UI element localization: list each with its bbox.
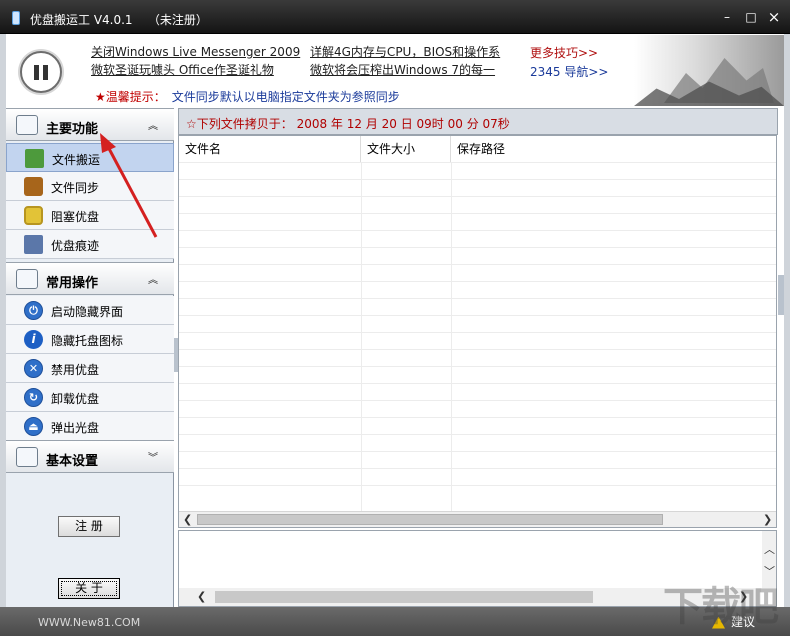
watermark-text: 下载吧 [663,584,779,630]
group-label: 常用操作 [46,276,99,291]
row-divider [179,162,776,163]
sidebar-item-hide-tray[interactable]: i 隐藏托盘图标 [6,325,174,354]
group-common-operations[interactable]: 常用操作 ︽ [6,262,174,295]
sidebar-item-label: 禁用优盘 [51,363,100,377]
scrollbar-thumb[interactable] [215,591,593,603]
close-button[interactable]: × [767,10,781,25]
more-tips-link[interactable]: 更多技巧>> [530,44,598,61]
close-icon: ✕ [24,359,43,378]
nav-2345-link[interactable]: 2345 导航>> [530,63,608,80]
row-divider [179,383,776,384]
row-divider [179,213,776,214]
row-divider [179,179,776,180]
eject-icon: ⏏ [24,417,43,436]
row-divider [179,451,776,452]
column-header-path[interactable]: 保存路径 [451,136,776,162]
news-link[interactable]: 详解4G内存与CPU，BIOS和操作系 [310,43,500,60]
row-divider [179,196,776,197]
site-url: WWW.New81.COM [38,616,141,629]
window-title: 优盘搬运工 V4.0.1 （未注册） [30,13,208,27]
info-icon: i [24,330,43,349]
row-divider [179,485,776,486]
banner: 关闭Windows Live Messenger 2009 详解4G内存与CPU… [6,35,784,108]
column-divider [451,162,452,512]
about-button[interactable]: 关 于 [58,578,120,599]
row-divider [179,400,776,401]
briefcase-icon [24,177,43,196]
usb-drive-icon [12,11,20,25]
sidebar-item-label: 阻塞优盘 [51,210,100,224]
group-basic-settings[interactable]: 基本设置 ︾ [6,440,174,473]
magnifier-icon [16,115,38,135]
news-link[interactable]: 关闭Windows Live Messenger 2009 [91,43,300,60]
sidebar-item-label: 启动隐藏界面 [51,305,124,319]
row-divider [179,349,776,350]
copy-info-header: ☆下列文件拷贝于： 2008 年 12 月 20 日 09时 00 分 07秒 [178,108,778,135]
row-divider [179,468,776,469]
tip-label: ★温馨提示： [95,90,166,104]
broom-icon [24,235,43,254]
chevron-down-icon[interactable]: ︾ [148,449,158,464]
news-link[interactable]: 微软将会压榨出Windows 7的每一 [310,61,495,78]
minimize-button[interactable]: – [720,11,734,24]
tools-icon [16,447,38,467]
computer-icon [16,269,38,289]
scrollbar-thumb[interactable] [197,514,663,525]
column-divider [361,162,362,512]
sidebar-item-eject-disc[interactable]: ⏏ 弹出光盘 [6,412,174,441]
sidebar-item-label: 优盘痕迹 [51,239,100,253]
splitter-handle[interactable] [778,275,784,315]
news-link[interactable]: 微软圣诞玩噱头 Office作圣诞礼物 [91,61,274,78]
table-horizontal-scrollbar[interactable]: ❮ ❯ [179,511,776,527]
file-table[interactable]: 文件名 文件大小 保存路径 ❮ ❯ [178,135,777,528]
chevron-up-icon[interactable]: ︽ [148,271,158,286]
scroll-left-icon[interactable]: ❮ [197,590,206,603]
row-divider [179,264,776,265]
row-divider [179,417,776,418]
sidebar-item-label: 文件搬运 [52,153,101,167]
sidebar-item-label: 文件同步 [51,181,100,195]
scroll-right-icon[interactable]: ❯ [763,513,772,526]
pause-icon [34,65,39,80]
register-button[interactable]: 注 册 [58,516,120,537]
maximize-button[interactable]: □ [744,11,758,24]
pause-button[interactable] [20,51,62,93]
title-bar: 优盘搬运工 V4.0.1 （未注册） – □ × [0,0,790,34]
row-divider [179,230,776,231]
row-divider [179,332,776,333]
power-icon: ⏻ [24,301,43,320]
group-label: 主要功能 [46,122,99,137]
sidebar-item-hide-ui[interactable]: ⏻ 启动隐藏界面 [6,296,174,325]
window-border-right [784,34,790,607]
scroll-left-icon[interactable]: ❮ [183,513,192,526]
landscape-painting [634,35,784,106]
copy-timestamp: ☆下列文件拷贝于： 2008 年 12 月 20 日 09时 00 分 07秒 [186,117,510,131]
sidebar-item-label: 隐藏托盘图标 [51,334,124,348]
tip-line: ★温馨提示： 文件同步默认以电脑指定文件夹为参照同步 [95,88,400,105]
lock-icon [24,206,43,225]
column-header-filename[interactable]: 文件名 [179,136,361,162]
refresh-icon: ↻ [24,388,43,407]
row-divider [179,366,776,367]
row-divider [179,434,776,435]
scroll-up-icon[interactable]: ︿ [764,541,775,557]
sidebar-item-unmount-drive[interactable]: ↻ 卸载优盘 [6,383,174,412]
row-divider [179,247,776,248]
row-divider [179,281,776,282]
sidebar-item-label: 弹出光盘 [51,421,100,435]
group-label: 基本设置 [46,454,99,469]
pause-icon [43,65,48,80]
row-divider [179,315,776,316]
sidebar-item-disable-drive[interactable]: ✕ 禁用优盘 [6,354,174,383]
annotation-arrow [100,133,158,238]
sidebar-item-label: 卸载优盘 [51,392,100,406]
column-header-filesize[interactable]: 文件大小 [361,136,451,162]
tip-text: 文件同步默认以电脑指定文件夹为参照同步 [171,90,400,104]
row-divider [179,298,776,299]
cart-icon [25,149,44,168]
chevron-up-icon[interactable]: ︽ [148,117,158,132]
